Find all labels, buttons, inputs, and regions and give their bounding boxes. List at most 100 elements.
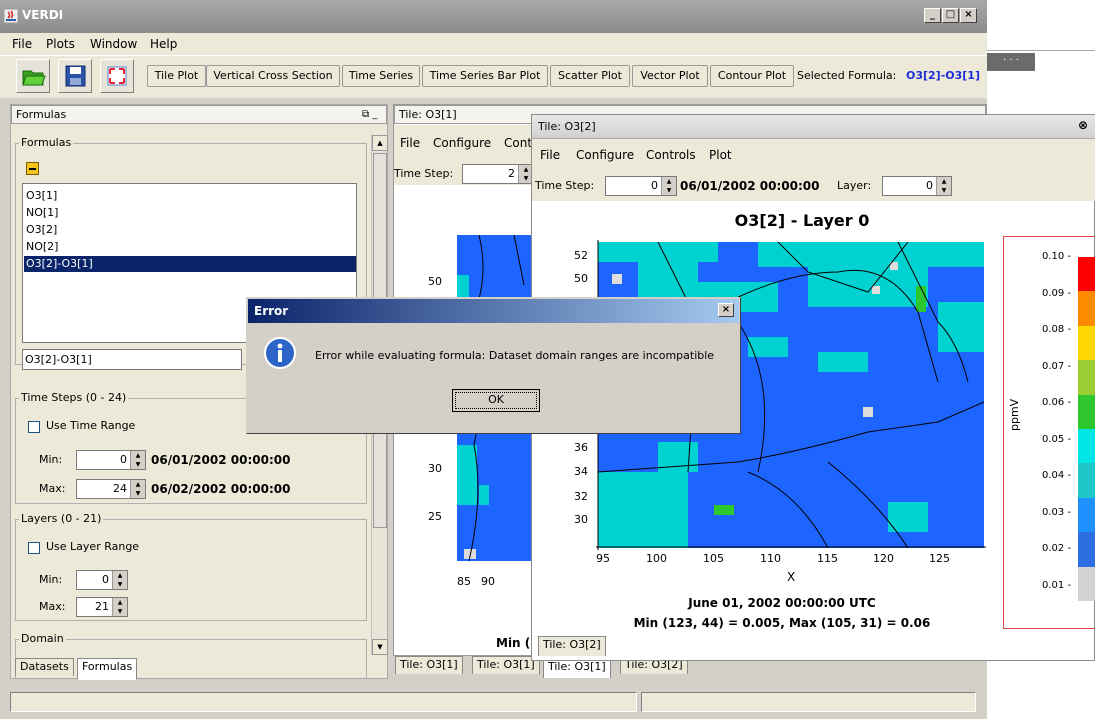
formula-item[interactable]: NO[2] [24,239,378,255]
legend-swatch [1078,291,1095,326]
tile2-title-bar[interactable]: Tile: O3[2] ⊗ [532,115,1095,139]
layer-max-value: 21 [95,600,109,613]
vector-plot-button[interactable]: Vector Plot [632,65,708,87]
tile1-time-step-spinner[interactable]: 2 ▲ ▼ [462,164,534,184]
legend-unit-label: ppmV [1008,398,1021,431]
legend-tick: 0.06 - [1042,397,1072,408]
domain-label: Domain [19,632,66,645]
formula-item[interactable]: NO[1] [24,205,378,221]
maximize-icon[interactable]: □ [942,8,959,23]
tile1-menu-configure[interactable]: Configure [433,136,491,150]
tile2-layer-spinner[interactable]: 0 ▲ ▼ [882,176,952,196]
undock-icon[interactable]: ⧉ _ [362,106,377,123]
spinner-arrows-icon[interactable]: ▲ ▼ [130,480,145,498]
spinner-arrows-icon[interactable]: ▲ ▼ [112,598,127,616]
tile2-time-step-label: Time Step: [535,179,595,192]
open-folder-icon[interactable] [16,59,50,93]
formula-item-selected[interactable]: O3[2]-O3[1] [24,256,356,272]
tile2-xtick: 110 [760,552,781,565]
use-layer-range-label: Use Layer Range [46,540,140,553]
spinner-arrows-icon[interactable]: ▲ ▼ [130,451,145,469]
tile1-menu-file[interactable]: File [400,136,420,150]
legend-swatch [1078,463,1095,498]
tile1-title: Tile: O3[1] [399,108,457,121]
error-dialog-title: Error [254,304,289,318]
legend-tick: 0.01 - [1042,579,1072,591]
remove-formula-icon[interactable] [26,162,39,175]
formula-item[interactable]: O3[1] [24,188,378,204]
menu-window[interactable]: Window [90,37,137,51]
scroll-up-icon[interactable]: ▲ [372,135,388,151]
tab-tile-o3-1[interactable]: Tile: O3[1] [395,656,463,674]
time-max-value: 24 [113,482,127,495]
use-time-range-checkbox[interactable] [28,421,40,433]
tile2-menu-controls[interactable]: Controls [646,148,696,162]
tile1-menu-controls[interactable]: Cont [504,136,532,150]
layers-group [15,519,367,621]
close-icon[interactable]: × [960,8,977,23]
save-disk-icon[interactable] [58,59,92,93]
scroll-down-icon[interactable]: ▼ [372,639,388,655]
tile2-time-step-spinner[interactable]: 0 ▲ ▼ [605,176,677,196]
external-tab[interactable]: · · · [987,53,1035,71]
tile2-footer-date: June 01, 2002 00:00:00 UTC [688,596,876,610]
legend-swatch [1078,566,1095,601]
use-layer-range-checkbox[interactable] [28,542,40,554]
tab-tile-o3-1-active[interactable]: Tile: O3[1] [543,658,611,678]
time-min-spinner[interactable]: 0 ▲ ▼ [76,450,146,470]
layer-max-label: Max: [39,600,66,613]
error-dialog-title-bar[interactable]: Error × [248,299,739,323]
selected-formula-label: Selected Formula: [797,69,897,82]
contour-plot-button[interactable]: Contour Plot [710,65,794,87]
formulas-panel-title: Formulas [16,108,67,121]
title-bar[interactable]: VERDI _ □ × [0,0,987,33]
legend-tick: 0.02 - [1042,543,1072,554]
spinner-arrows-icon[interactable]: ▲ ▼ [936,177,951,195]
legend-swatch [1078,394,1095,429]
tile-plot-button[interactable]: Tile Plot [147,65,206,87]
status-field-right [641,692,976,712]
desktop: VERDI _ □ × File Plots Window Help Tile … [0,0,1095,719]
tile2-ytick: 34 [574,465,588,478]
layer-min-spinner[interactable]: 0 ▲ ▼ [76,570,128,590]
legend-tick: 0.03 - [1042,506,1072,518]
ok-button[interactable]: OK [452,389,540,412]
time-min-value: 0 [120,453,127,466]
tile2-menu-configure[interactable]: Configure [576,148,634,162]
time-series-button[interactable]: Time Series [342,65,420,87]
tab-tile-o3-1[interactable]: Tile: O3[1] [472,656,540,674]
layers-label: Layers (0 - 21) [19,512,104,525]
vertical-cross-section-button[interactable]: Vertical Cross Section [206,65,340,87]
tab-datasets[interactable]: Datasets [15,658,74,676]
legend-tick: 0.09 - [1042,287,1072,299]
scatter-plot-button[interactable]: Scatter Plot [550,65,630,87]
legend-tick: 0.05 - [1042,433,1072,445]
tile1-ytick: 25 [428,510,442,523]
tile2-menu-file[interactable]: File [540,148,560,162]
menu-plots[interactable]: Plots [46,37,75,51]
formulas-group-label: Formulas [19,136,74,149]
tile2-layer-label: Layer: [837,179,872,192]
tile1-ytick: 30 [428,462,442,475]
toolbar: Tile Plot Vertical Cross Section Time Se… [0,55,987,98]
minimize-icon[interactable]: _ [924,8,941,23]
spinner-arrows-icon[interactable]: ▲ ▼ [112,571,127,589]
tile2-menu-plot[interactable]: Plot [709,148,732,162]
formula-input[interactable]: O3[2]-O3[1] [22,349,242,370]
menu-help[interactable]: Help [150,37,177,51]
fullscreen-icon[interactable] [100,59,134,93]
spinner-arrows-icon[interactable]: ▲ ▼ [661,177,676,195]
layer-max-spinner[interactable]: 21 ▲ ▼ [76,597,128,617]
time-max-date: 06/02/2002 00:00:00 [151,482,291,496]
formula-item[interactable]: O3[2] [24,222,378,238]
time-max-spinner[interactable]: 24 ▲ ▼ [76,479,146,499]
tile2-ytick: 30 [574,513,588,526]
tile2-close-icon[interactable]: ⊗ [1078,118,1088,132]
error-dialog-close-icon[interactable]: × [718,303,734,317]
tab-formulas[interactable]: Formulas [77,658,138,680]
time-steps-label: Time Steps (0 - 24) [19,391,129,404]
tab-tile-o3-2[interactable]: Tile: O3[2] [538,636,606,656]
java-app-icon [3,8,19,24]
time-series-bar-plot-button[interactable]: Time Series Bar Plot [422,65,548,87]
menu-file[interactable]: File [12,37,32,51]
